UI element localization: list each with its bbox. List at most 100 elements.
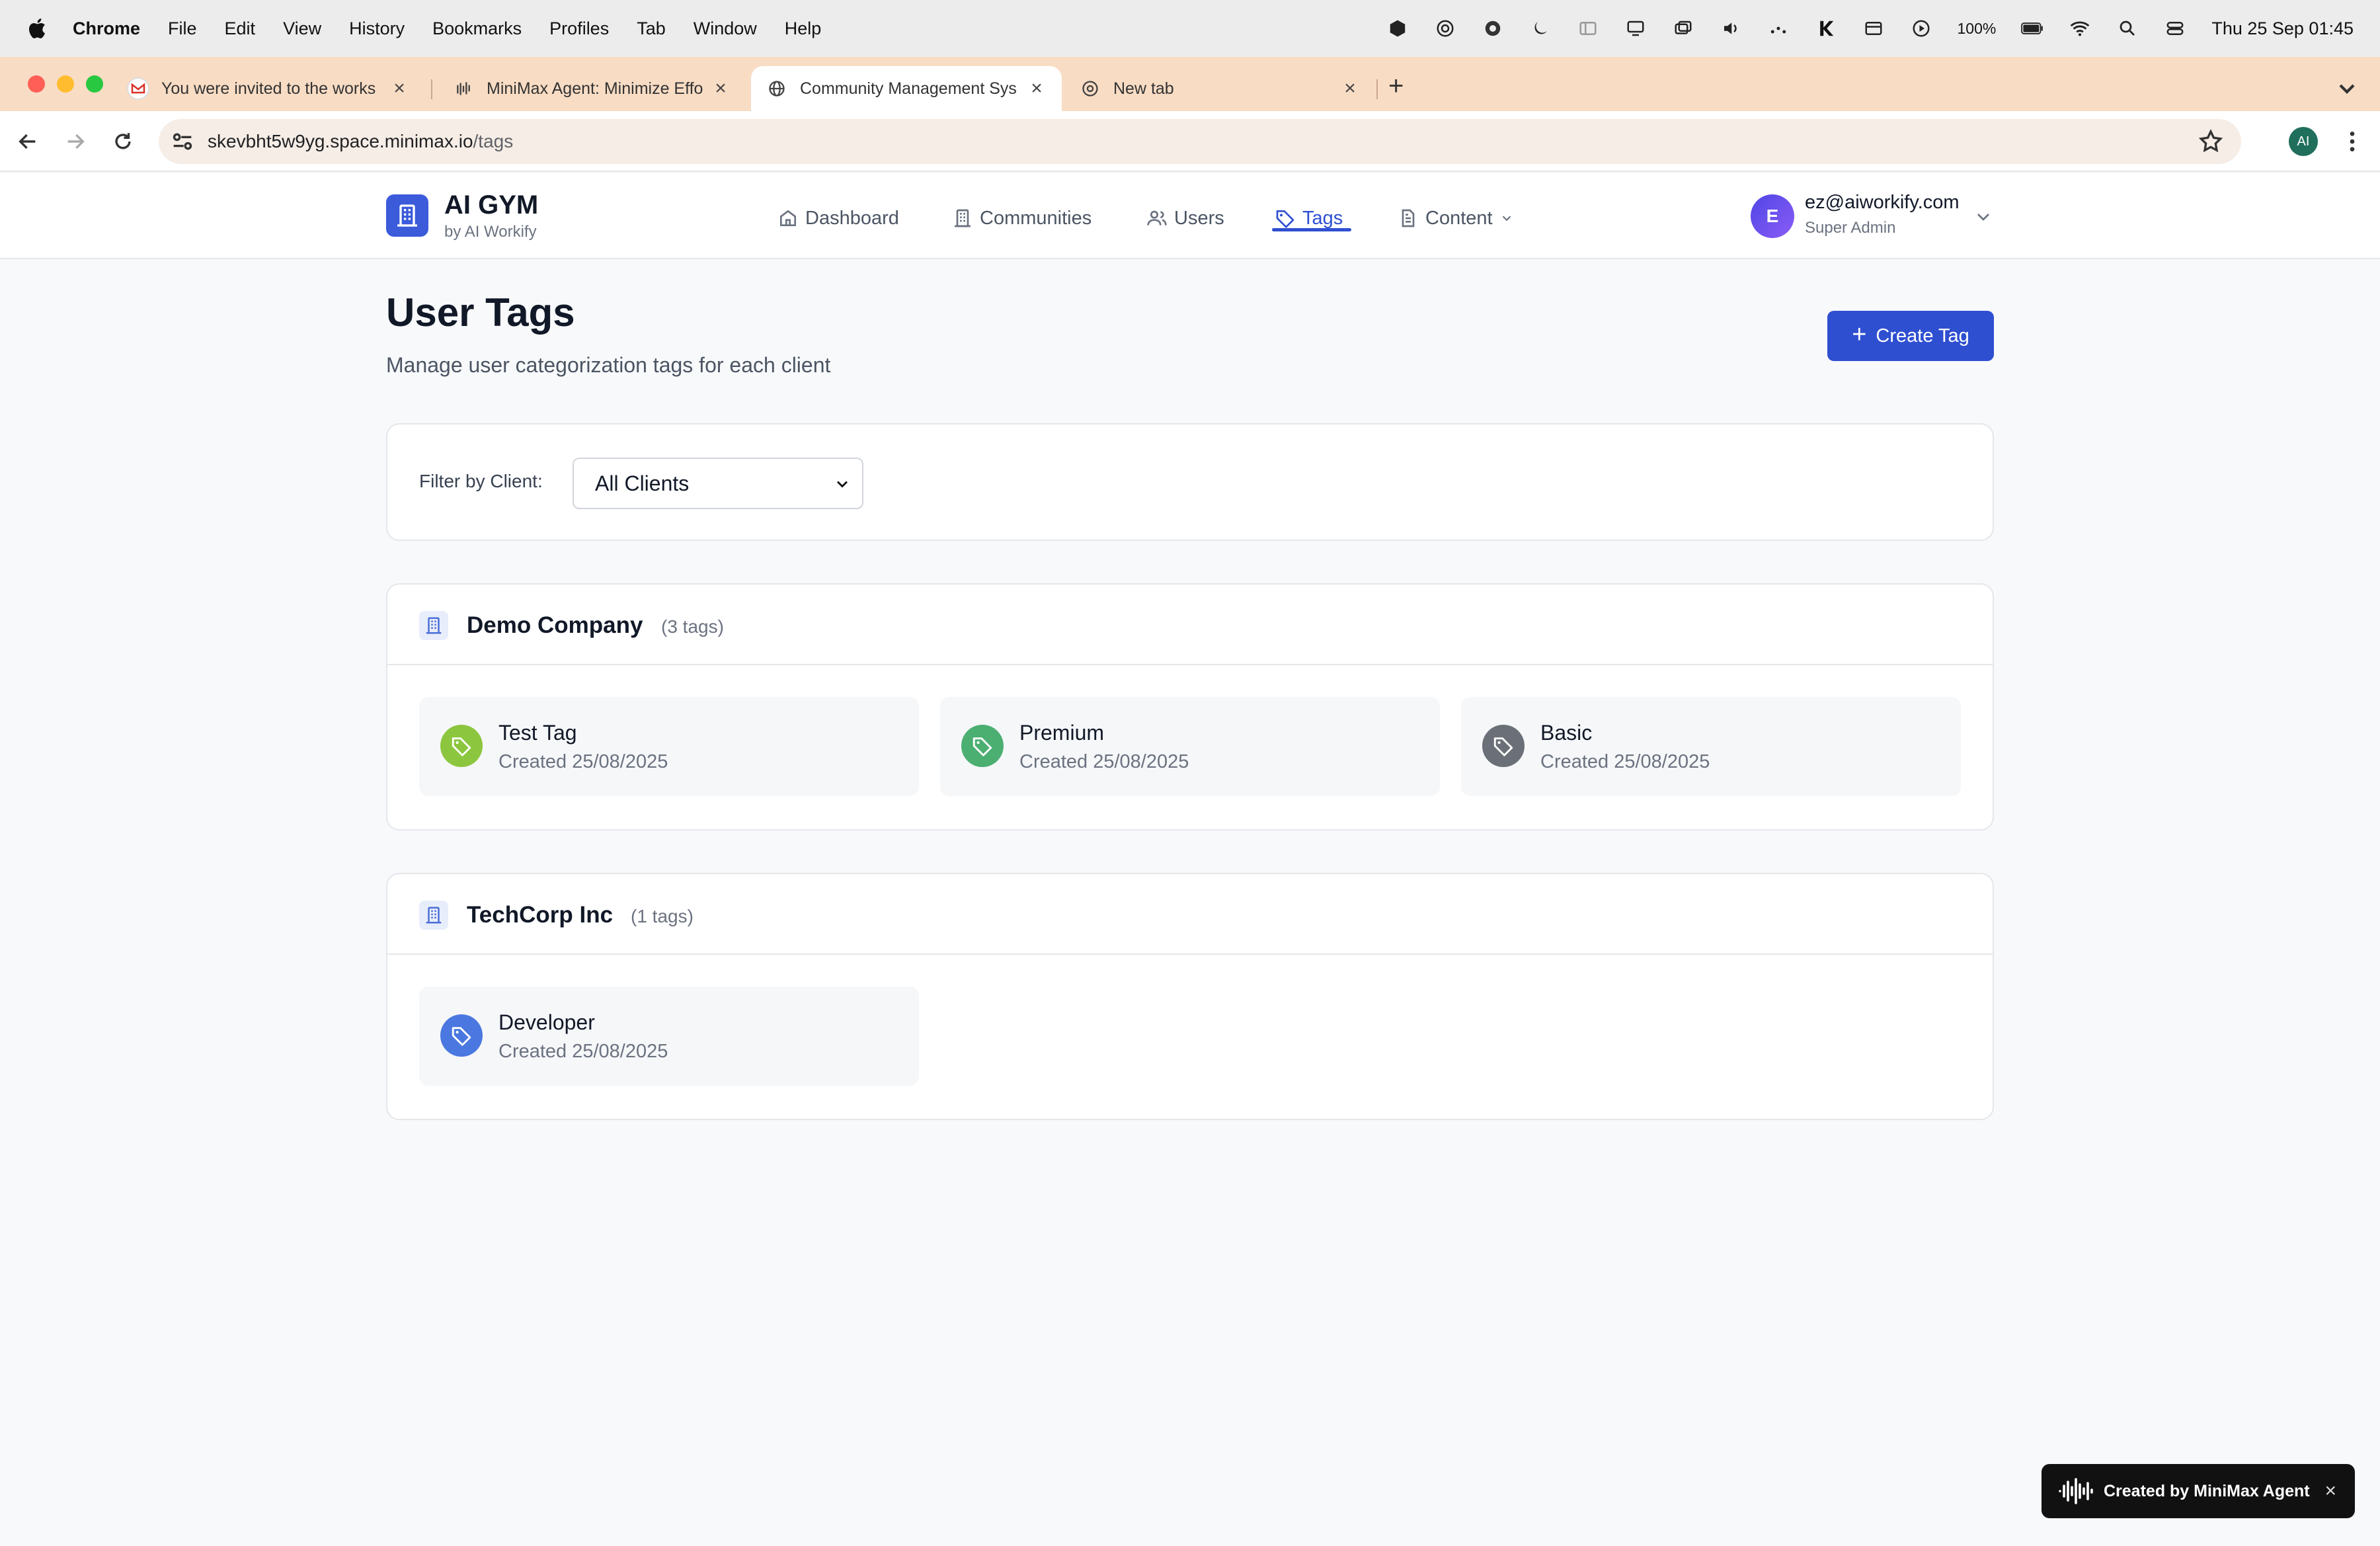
display-icon[interactable] [1624, 17, 1647, 40]
chevron-down-icon[interactable] [1973, 206, 1994, 227]
battery-icon[interactable] [2021, 17, 2043, 40]
box-status-icon[interactable] [1386, 17, 1409, 40]
app-logo[interactable] [386, 194, 428, 237]
spotlight-search-icon[interactable] [2116, 17, 2139, 40]
tag-item[interactable]: Developer Created 25/08/2025 [419, 987, 919, 1086]
battery-percent: 100% [1957, 19, 1997, 37]
bookmark-star-icon[interactable] [2198, 128, 2224, 155]
toast-text: Created by MiniMax Agent [2104, 1481, 2310, 1500]
create-tag-button[interactable]: + Create Tag [1827, 311, 1994, 361]
dots-status-icon[interactable] [1767, 17, 1790, 40]
user-role: Super Admin [1805, 219, 1896, 237]
tag-icon [440, 725, 483, 767]
menu-tab[interactable]: Tab [637, 19, 666, 39]
tab-title: Community Management Sys [800, 79, 1017, 98]
menu-file[interactable]: File [168, 19, 197, 39]
nav-communities[interactable]: Communities [952, 204, 1091, 233]
tag-name: Basic [1540, 721, 1593, 745]
nav-users-label: Users [1174, 207, 1224, 229]
openai-status-icon[interactable] [1434, 17, 1456, 40]
reload-icon[interactable] [110, 128, 136, 155]
forward-arrow-icon[interactable] [62, 128, 89, 155]
control-center-icon[interactable] [2164, 17, 2186, 40]
nav-content[interactable]: Content [1398, 204, 1514, 233]
client-group-techcorp-inc: TechCorp Inc (1 tags) Developer Created … [386, 873, 1994, 1120]
menu-window[interactable]: Window [694, 19, 757, 39]
site-settings-icon[interactable] [169, 128, 196, 155]
tag-item[interactable]: Premium Created 25/08/2025 [940, 697, 1440, 796]
card-status-icon[interactable] [1862, 17, 1885, 40]
browser-tab-bar: You were invited to the works × MiniMax … [0, 57, 2380, 111]
tab-community-management[interactable]: Community Management Sys × [751, 66, 1062, 111]
nav-communities-label: Communities [980, 207, 1092, 229]
brand-name: AI GYM [444, 190, 539, 220]
nav-users[interactable]: Users [1146, 204, 1224, 233]
tag-item[interactable]: Test Tag Created 25/08/2025 [419, 697, 919, 796]
menu-history[interactable]: History [349, 19, 405, 39]
nav-dashboard-label: Dashboard [805, 207, 899, 229]
tag-icon [1482, 725, 1525, 767]
building-icon [419, 901, 448, 930]
address-bar[interactable]: skevbht5w9yg.space.minimax.io/tags [159, 119, 2241, 164]
close-window-button[interactable] [28, 75, 45, 93]
more-options-icon[interactable] [2339, 128, 2365, 155]
minimax-icon [452, 77, 475, 100]
volume-icon[interactable] [1720, 17, 1742, 40]
menu-profiles[interactable]: Profiles [549, 19, 609, 39]
page-subtitle: Manage user categorization tags for each… [386, 353, 831, 377]
wifi-icon[interactable] [2069, 17, 2091, 40]
document-icon [1402, 209, 1415, 227]
page-title: User Tags [386, 290, 575, 335]
tab-gmail[interactable]: You were invited to the works × [112, 66, 424, 111]
group-tag-count: (1 tags) [631, 906, 694, 926]
minimax-badge-toast[interactable]: Created by MiniMax Agent × [2042, 1464, 2355, 1518]
chrome-icon [1079, 77, 1101, 100]
close-icon[interactable]: × [2324, 1480, 2336, 1502]
tag-created-date: Created 25/08/2025 [498, 751, 668, 772]
apple-icon[interactable] [26, 17, 50, 40]
menu-app-name[interactable]: Chrome [73, 19, 140, 39]
building-icon [419, 611, 448, 640]
tab-close-icon[interactable]: × [386, 77, 413, 100]
group-name: Demo Company [467, 612, 643, 638]
tab-divider [431, 79, 432, 99]
menubar-clock[interactable]: Thu 25 Sep 01:45 [2211, 19, 2354, 39]
sidebar-status-icon[interactable] [1577, 17, 1599, 40]
menu-help[interactable]: Help [785, 19, 822, 39]
tab-close-icon[interactable]: × [707, 77, 734, 100]
macos-menubar: Chrome File Edit View History Bookmarks … [0, 0, 2380, 57]
circle-status-icon[interactable] [1482, 17, 1504, 40]
tag-created-date: Created 25/08/2025 [1540, 751, 1710, 772]
tab-new-tab[interactable]: New tab × [1064, 66, 1375, 111]
tab-minimax[interactable]: MiniMax Agent: Minimize Effo × [438, 66, 746, 111]
back-arrow-icon[interactable] [15, 128, 41, 155]
minimize-window-button[interactable] [57, 75, 74, 93]
user-info[interactable]: ez@aiworkify.com Super Admin [1805, 192, 1960, 237]
tab-close-icon[interactable]: × [1337, 77, 1363, 100]
nav-tags-label: Tags [1302, 207, 1343, 229]
building-icon [955, 209, 971, 227]
new-tab-plus-icon[interactable]: + [1388, 71, 1404, 101]
menu-view[interactable]: View [283, 19, 321, 39]
browser-profile-avatar[interactable]: AI [2289, 127, 2318, 156]
tab-close-icon[interactable]: × [1023, 77, 1050, 100]
nav-dashboard[interactable]: Dashboard [777, 204, 899, 233]
menu-edit[interactable]: Edit [225, 19, 256, 39]
play-status-icon[interactable] [1910, 17, 1932, 40]
zoom-window-button[interactable] [86, 75, 103, 93]
moon-icon[interactable] [1529, 17, 1552, 40]
user-avatar[interactable]: E [1751, 194, 1794, 238]
menu-bookmarks[interactable]: Bookmarks [432, 19, 522, 39]
globe-icon [766, 77, 788, 100]
k-app-icon[interactable] [1815, 17, 1837, 40]
users-icon [1147, 210, 1167, 225]
tag-name: Test Tag [498, 721, 577, 745]
home-icon [780, 210, 796, 226]
client-filter-select[interactable]: All Clients [573, 458, 863, 509]
tab-search-chevron-icon[interactable] [2334, 75, 2360, 102]
browser-toolbar: skevbht5w9yg.space.minimax.io/tags AI [0, 111, 2380, 172]
windows-icon[interactable] [1672, 17, 1694, 40]
tab-title: You were invited to the works [161, 79, 376, 98]
tag-item[interactable]: Basic Created 25/08/2025 [1461, 697, 1961, 796]
group-tag-count: (3 tags) [661, 616, 724, 637]
